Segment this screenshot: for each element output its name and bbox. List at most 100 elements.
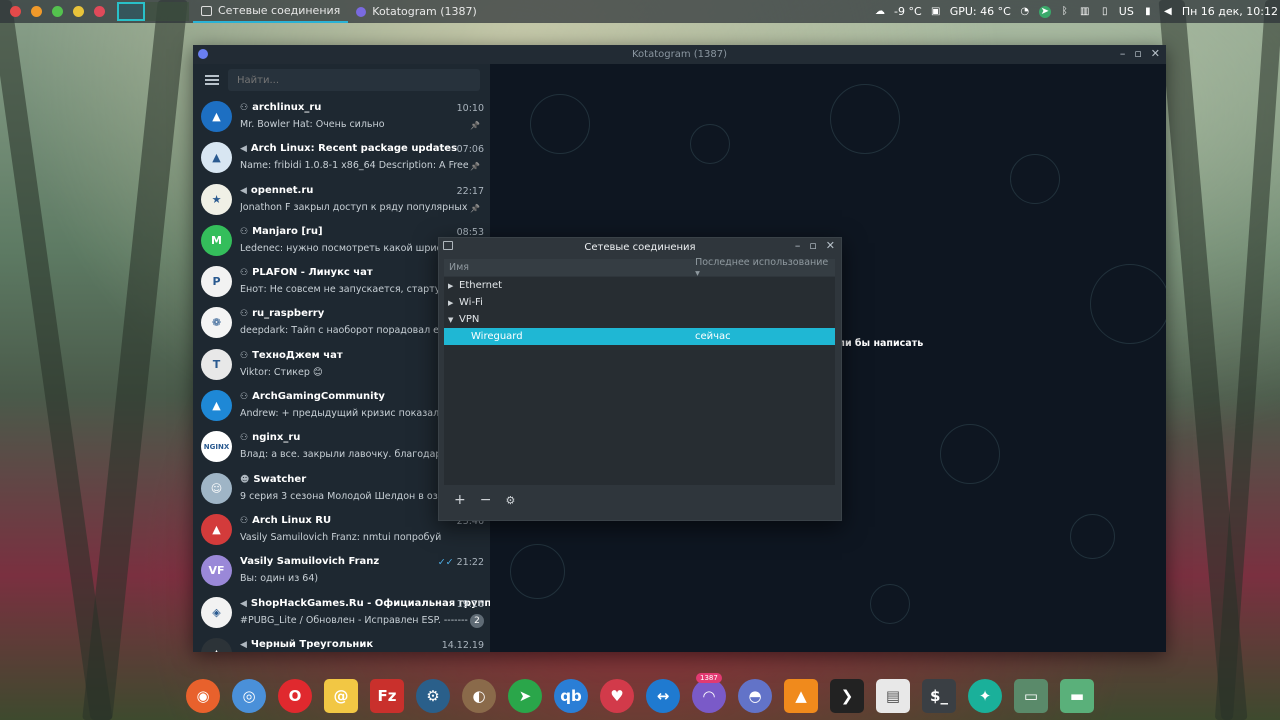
- chat-name: ◀ Arch Linux: Recent package updates: [240, 143, 457, 154]
- chat-avatar: ◈: [201, 596, 232, 628]
- telegram-icon[interactable]: ➤: [508, 679, 542, 713]
- chat-name-text: Swatcher: [253, 473, 307, 485]
- chat-item[interactable]: ★ ◀ opennet.ru 22:17 Jonathon F закрыл досту…: [193, 179, 490, 220]
- chat-item[interactable]: VF Vasily Samuilovich Franz ✓✓ 21:22 Вы: оди…: [193, 550, 490, 591]
- group-wifi[interactable]: ▶ Wi-Fi: [444, 294, 835, 311]
- monitor-icon: [201, 5, 212, 16]
- add-connection-button[interactable]: +: [454, 492, 466, 508]
- group-label: Ethernet: [459, 280, 503, 291]
- kotatogram-titlebar[interactable]: Kotatogram (1387) – ▫ ✕: [193, 45, 1166, 64]
- column-last-used-header[interactable]: Последнее использование ▾: [695, 257, 835, 279]
- pin-icon: 📌: [470, 162, 480, 172]
- wifi-icon[interactable]: ◔: [1019, 6, 1031, 18]
- teamviewer-icon[interactable]: ↔: [646, 679, 680, 713]
- disk-icon[interactable]: ▥: [1079, 6, 1091, 18]
- channel-icon: ◀: [240, 144, 247, 155]
- minimize-icon[interactable]: –: [1120, 47, 1126, 60]
- dock-glyph: ▭: [1023, 687, 1039, 705]
- chat-item[interactable]: ▲ ⚇ archlinux_ru 10:10 Mr. Bowler Hat: Очень…: [193, 96, 490, 137]
- chat-item[interactable]: ◈ ◀ ShopHackGames.Ru - Официальная группа 1…: [193, 592, 490, 633]
- security-icon[interactable]: ♥: [600, 679, 634, 713]
- task-kotatogram[interactable]: Kotatogram (1387): [348, 0, 485, 23]
- terminal-icon[interactable]: $_: [922, 679, 956, 713]
- chat-item[interactable]: ▲ ◀ Arch Linux: Recent package updates 07:0…: [193, 137, 490, 178]
- firefox-icon[interactable]: ◉: [186, 679, 220, 713]
- volume-icon[interactable]: ◀: [1162, 6, 1174, 18]
- chat-name: ⚇ nginx_ru: [240, 432, 300, 443]
- telegram-tray-icon[interactable]: ➤: [1038, 5, 1051, 18]
- qbittorrent-icon[interactable]: qb: [554, 679, 588, 713]
- group-vpn[interactable]: ▼ VPN: [444, 311, 835, 328]
- task-network-connections[interactable]: Сетевые соединения: [193, 0, 349, 23]
- workspace-2[interactable]: [145, 2, 189, 21]
- minimize-icon[interactable]: –: [795, 239, 801, 252]
- chat-avatar: ▲: [201, 637, 232, 652]
- dock-glyph: ⚙: [426, 687, 440, 705]
- keyboard-layout[interactable]: US: [1119, 5, 1134, 18]
- chat-time: 19:16: [457, 599, 484, 610]
- group-ethernet[interactable]: ▶ Ethernet: [444, 277, 835, 294]
- notes-icon[interactable]: [31, 6, 42, 17]
- weather-temp[interactable]: -9 °C: [894, 5, 922, 18]
- dialog-window-controls: – ▫ ✕: [795, 239, 835, 252]
- mail-icon[interactable]: @: [324, 679, 358, 713]
- close-icon[interactable]: ✕: [826, 239, 835, 252]
- opera-icon[interactable]: O: [278, 679, 312, 713]
- chat-name-text: Arch Linux: Recent package updates: [250, 143, 458, 155]
- dialog-titlebar[interactable]: Сетевые соединения – ▫ ✕: [439, 238, 841, 256]
- chat-name-text: Manjaro [ru]: [252, 225, 323, 237]
- top-panel: Сетевые соединения Kotatogram (1387) ☁ -…: [0, 0, 1280, 23]
- task-label: Сетевые соединения: [218, 4, 341, 17]
- gimp-icon[interactable]: ◐: [462, 679, 496, 713]
- weather-widget-icon[interactable]: [73, 6, 84, 17]
- connection-name: Wireguard: [471, 331, 523, 342]
- file-manager-icon[interactable]: ▭: [1014, 679, 1048, 713]
- launcher-icon[interactable]: [10, 6, 21, 17]
- chat-name: ⚇ Manjaro [ru]: [240, 226, 323, 237]
- chat-avatar: P: [201, 266, 232, 298]
- background-doodle: [1010, 154, 1060, 204]
- plex-icon[interactable]: ❯: [830, 679, 864, 713]
- vlc-icon[interactable]: ▲: [784, 679, 818, 713]
- bluetooth-icon[interactable]: ᛒ: [1059, 6, 1071, 18]
- chromium-icon[interactable]: ◎: [232, 679, 266, 713]
- chat-name-text: ArchGamingCommunity: [252, 391, 385, 403]
- calendar-icon[interactable]: [52, 6, 63, 17]
- kotatogram-icon[interactable]: ◠ 1387: [692, 673, 726, 713]
- filezilla-icon[interactable]: Fz: [370, 679, 404, 713]
- menu-icon[interactable]: [205, 73, 219, 87]
- chat-name-text: opennet.ru: [250, 184, 314, 196]
- gpu-temp[interactable]: GPU: 46 °C: [950, 5, 1011, 18]
- connection-settings-button[interactable]: ⚙: [505, 494, 515, 507]
- expand-right-icon: ▶: [448, 281, 454, 290]
- maximize-icon[interactable]: ▫: [809, 239, 816, 252]
- battery-icon[interactable]: ▮: [1142, 6, 1154, 18]
- background-tree: [82, 0, 188, 720]
- folder-icon[interactable]: ▬: [1060, 679, 1094, 713]
- chat-avatar: ★: [201, 183, 232, 215]
- dock-glyph: ♥: [610, 687, 624, 705]
- column-name-header[interactable]: Имя: [449, 262, 695, 273]
- chat-name: ◀ Черный Треугольник: [240, 639, 373, 650]
- connection-wireguard[interactable]: Wireguard сейчас: [444, 328, 835, 345]
- remove-connection-button[interactable]: −: [480, 492, 492, 508]
- chat-last-message: deepdark: Тайп с наоборот порадовал ещё …: [240, 325, 468, 337]
- chat-name-text: PLAFON - Линукс чат: [252, 267, 373, 279]
- expand-right-icon: ▶: [448, 298, 454, 307]
- search-input[interactable]: [228, 69, 480, 91]
- clock[interactable]: Пн 16 дек, 10:12: [1182, 5, 1278, 18]
- workspace-1[interactable]: [117, 2, 145, 21]
- steam-icon[interactable]: ⚙: [416, 679, 450, 713]
- maximize-icon[interactable]: ▫: [1134, 47, 1141, 60]
- aperture-icon[interactable]: ✦: [968, 679, 1002, 713]
- close-icon[interactable]: ✕: [1151, 47, 1160, 60]
- dialog-title: Сетевые соединения: [584, 241, 696, 253]
- discord-icon[interactable]: ◓: [738, 679, 772, 713]
- chat-avatar: NGINX: [201, 431, 232, 463]
- group-label: Wi-Fi: [459, 297, 483, 308]
- record-icon[interactable]: [94, 6, 105, 17]
- chat-name: ⚇ Arch Linux RU: [240, 515, 331, 526]
- clipboard-icon[interactable]: ▯: [1099, 6, 1111, 18]
- document-icon[interactable]: ▤: [876, 679, 910, 713]
- chat-item[interactable]: ▲ ◀Черный Треугольник 14.12.19: [193, 633, 490, 652]
